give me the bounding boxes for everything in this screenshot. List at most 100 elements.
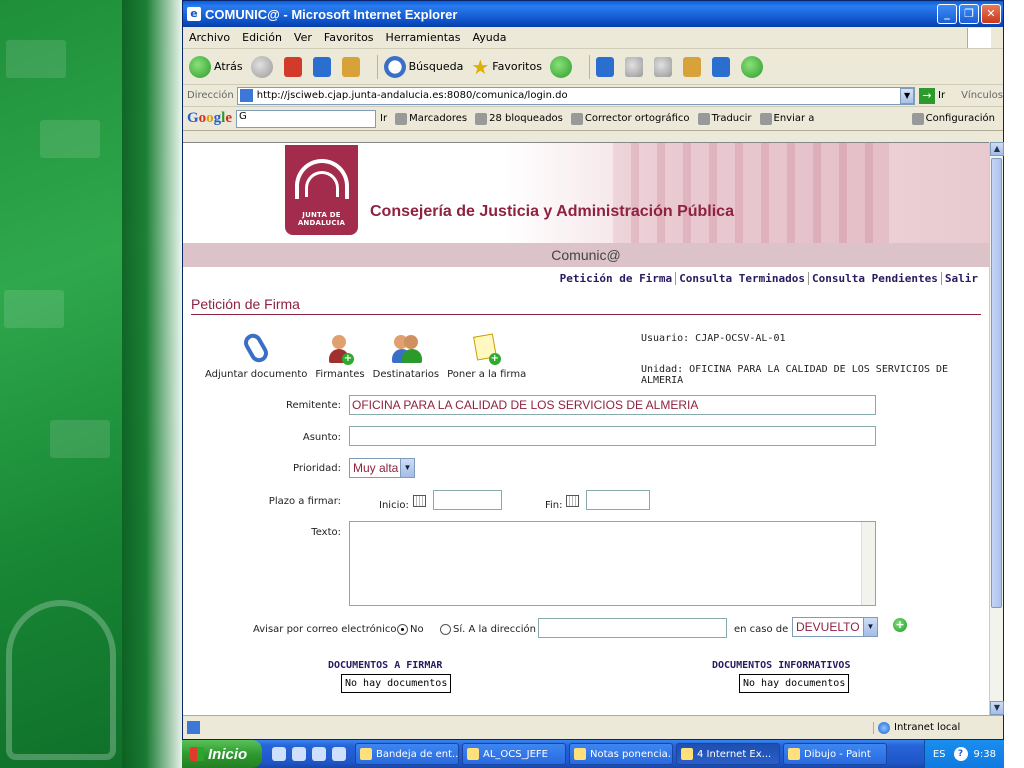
attach-document-button[interactable]: Adjuntar documento bbox=[205, 330, 307, 380]
notify-no-label: No bbox=[410, 624, 424, 635]
end-date-input[interactable] bbox=[586, 490, 650, 510]
recipients-button[interactable]: Destinatarios bbox=[373, 333, 439, 380]
windows-logo-icon bbox=[967, 27, 991, 48]
menu-ayuda[interactable]: Ayuda bbox=[472, 31, 506, 44]
google-search-input[interactable]: G bbox=[236, 109, 377, 128]
stop-button[interactable] bbox=[283, 56, 305, 77]
spellcheck-button[interactable]: Corrector ortográfico bbox=[570, 112, 690, 125]
language-indicator[interactable]: ES bbox=[933, 749, 946, 760]
priority-select[interactable]: Muy alta ▼ bbox=[349, 458, 415, 478]
translate-button[interactable]: Traducir bbox=[697, 112, 752, 125]
research-button[interactable] bbox=[711, 56, 733, 77]
address-dropdown-icon[interactable]: ▼ bbox=[900, 87, 915, 104]
menu-herramientas[interactable]: Herramientas bbox=[386, 31, 461, 44]
task-outlook[interactable]: Bandeja de ent... bbox=[355, 743, 459, 765]
scroll-up-icon[interactable]: ▲ bbox=[990, 142, 1004, 156]
task-folder[interactable]: AL_OCS_JEFE bbox=[462, 743, 566, 765]
textarea-scrollbar[interactable] bbox=[861, 522, 875, 605]
subject-label: Asunto: bbox=[302, 432, 341, 443]
menu-archivo[interactable]: Archivo bbox=[189, 31, 230, 44]
messenger-button[interactable] bbox=[740, 55, 766, 78]
address-input[interactable]: http://jsciweb.cjap.junta-andalucia.es:8… bbox=[236, 86, 916, 105]
scroll-thumb[interactable] bbox=[991, 158, 1002, 608]
popup-blocker-button[interactable]: 28 bloqueados bbox=[475, 112, 563, 125]
nav-consulta-pendientes[interactable]: Consulta Pendientes bbox=[809, 272, 942, 285]
history-button[interactable] bbox=[549, 55, 575, 78]
go-button[interactable]: → Ir bbox=[919, 87, 946, 104]
menu-edicion[interactable]: Edición bbox=[242, 31, 282, 44]
text-area[interactable] bbox=[349, 521, 876, 606]
minimize-button[interactable]: _ bbox=[937, 4, 957, 24]
folder-icon bbox=[467, 748, 479, 760]
refresh-button[interactable] bbox=[312, 56, 334, 77]
nav-salir[interactable]: Salir bbox=[942, 272, 981, 285]
chevron-down-icon: ▼ bbox=[400, 459, 414, 477]
system-tray: ES ? 9:38 bbox=[923, 740, 1004, 768]
chevron-down-icon: ▼ bbox=[863, 618, 877, 636]
priority-value: Muy alta bbox=[353, 461, 399, 475]
menu-favoritos[interactable]: Favoritos bbox=[324, 31, 374, 44]
send-to-sign-button[interactable]: + Poner a la firma bbox=[447, 333, 526, 380]
document-sign-icon: + bbox=[472, 333, 501, 365]
settings-button[interactable]: Configuración bbox=[911, 112, 995, 125]
desktop-quicklaunch-icon[interactable] bbox=[292, 747, 306, 761]
add-circle-icon[interactable]: + bbox=[893, 618, 907, 632]
print-button[interactable] bbox=[624, 56, 646, 77]
menu-ver[interactable]: Ver bbox=[294, 31, 312, 44]
back-label: Atrás bbox=[214, 60, 243, 73]
docs-info-title: DOCUMENTOS INFORMATIVOS bbox=[712, 660, 851, 671]
google-bookmarks-button[interactable]: Marcadores bbox=[395, 112, 467, 125]
background-tile bbox=[4, 290, 64, 328]
maximize-button[interactable]: ❐ bbox=[959, 4, 979, 24]
edit-button[interactable] bbox=[653, 56, 675, 77]
messenger-quicklaunch-icon[interactable] bbox=[332, 747, 346, 761]
search-button[interactable]: Búsqueda bbox=[383, 55, 463, 78]
title-bar[interactable]: e COMUNIC@ - Microsoft Internet Explorer… bbox=[183, 1, 1003, 27]
scroll-down-icon[interactable]: ▼ bbox=[990, 701, 1004, 715]
nav-consulta-terminados[interactable]: Consulta Terminados bbox=[676, 272, 810, 285]
calendar-icon[interactable] bbox=[566, 495, 579, 507]
help-icon[interactable]: ? bbox=[953, 747, 968, 761]
signers-button[interactable]: + Firmantes bbox=[315, 333, 365, 380]
forward-button[interactable] bbox=[250, 55, 276, 78]
task-internet-explorer[interactable]: 4 Internet Ex... bbox=[676, 743, 780, 765]
notify-no-radio[interactable] bbox=[397, 624, 408, 635]
user-line: Usuario: CJAP-OCSV-AL-01 bbox=[641, 333, 786, 344]
task-notes[interactable]: Notas ponencia... bbox=[569, 743, 673, 765]
page-icon bbox=[239, 89, 253, 102]
start-button[interactable]: Inicio bbox=[182, 740, 262, 768]
send-to-button[interactable]: Enviar a bbox=[759, 112, 814, 125]
notify-yes-radio[interactable] bbox=[440, 624, 451, 635]
calendar-icon[interactable] bbox=[413, 495, 426, 507]
subject-input[interactable] bbox=[349, 426, 876, 446]
case-select[interactable]: DEVUELTO ▼ bbox=[792, 617, 878, 637]
ie-quicklaunch-icon[interactable] bbox=[272, 747, 286, 761]
page-viewport: JUNTA DE ANDALUCIA Consejería de Justici… bbox=[183, 142, 989, 715]
close-button[interactable]: ✕ bbox=[981, 4, 1001, 24]
task-paint[interactable]: Dibujo - Paint bbox=[783, 743, 887, 765]
links-button[interactable]: Vínculos bbox=[961, 90, 1003, 101]
address-bar: Dirección http://jsciweb.cjap.junta-anda… bbox=[183, 85, 1003, 107]
top-nav: Petición de Firma Consulta Terminados Co… bbox=[557, 272, 981, 285]
media-quicklaunch-icon[interactable] bbox=[312, 747, 326, 761]
history-icon bbox=[549, 55, 572, 78]
page-scrollbar[interactable]: ▲ ▼ bbox=[989, 142, 1004, 715]
favorites-button[interactable]: ★ Favoritos bbox=[471, 56, 542, 78]
sender-input[interactable]: OFICINA PARA LA CALIDAD DE LOS SERVICIOS… bbox=[349, 395, 876, 415]
start-label: Inicio: bbox=[379, 500, 409, 511]
home-icon bbox=[341, 56, 360, 77]
home-button[interactable] bbox=[341, 56, 363, 77]
background-tile bbox=[40, 120, 100, 158]
quick-launch bbox=[272, 747, 352, 761]
back-button[interactable]: Atrás bbox=[189, 55, 243, 78]
go-label: Ir bbox=[938, 90, 946, 101]
page-done-icon bbox=[187, 721, 200, 734]
email-input[interactable] bbox=[538, 618, 727, 638]
google-go-button[interactable]: Ir bbox=[380, 113, 387, 124]
discuss-button[interactable] bbox=[682, 56, 704, 77]
address-label: Dirección bbox=[187, 90, 234, 101]
nav-peticion-firma[interactable]: Petición de Firma bbox=[557, 272, 677, 285]
mail-button[interactable] bbox=[595, 56, 617, 77]
blocked-label: 28 bloqueados bbox=[489, 113, 563, 124]
start-date-input[interactable] bbox=[433, 490, 502, 510]
